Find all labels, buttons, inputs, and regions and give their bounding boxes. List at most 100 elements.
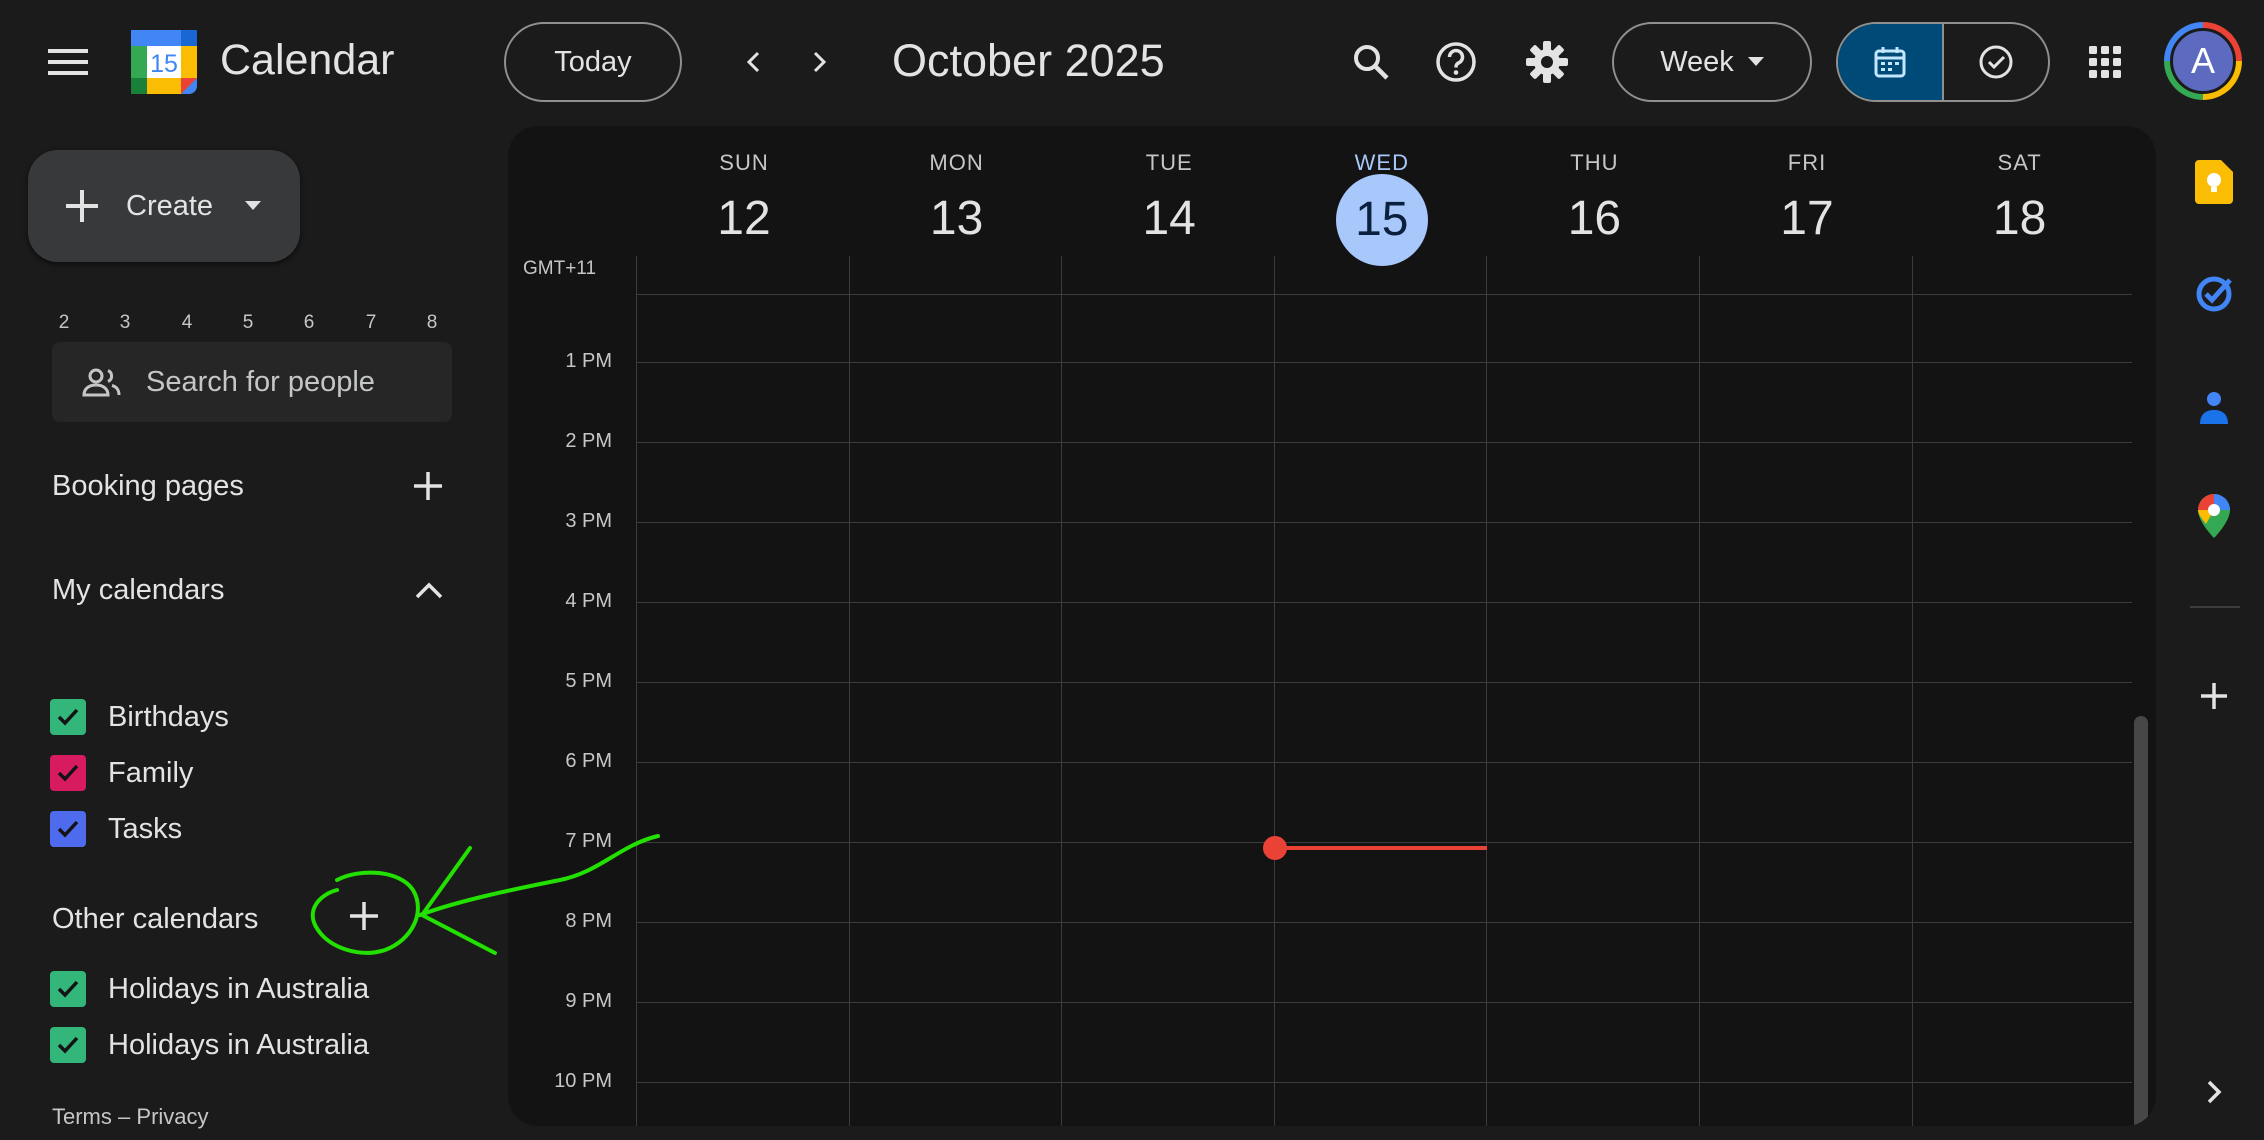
annotation-arrow-head <box>420 846 497 955</box>
hour-label: 3 PM <box>565 510 612 532</box>
mini-calendar-day[interactable]: 2 <box>44 312 84 334</box>
expand-side-panel-button[interactable] <box>2184 1062 2244 1122</box>
hour-gridline <box>636 842 2132 843</box>
mini-calendar-day[interactable]: 8 <box>412 312 452 334</box>
day-header[interactable]: THU 16 <box>1488 126 1700 278</box>
calendar-item-family[interactable]: Family <box>50 749 193 797</box>
add-addon-icon <box>2201 683 2227 709</box>
grid-top-divider <box>636 294 2132 295</box>
plus-icon <box>414 472 442 500</box>
calendar-checkbox[interactable] <box>50 699 86 735</box>
settings-button[interactable] <box>1515 30 1579 94</box>
day-column-divider <box>636 256 637 1126</box>
hour-gridline <box>636 922 2132 923</box>
date-number-text: 15 <box>1335 174 1428 266</box>
keep-button[interactable] <box>2184 152 2244 212</box>
date-number[interactable]: 17 <box>1701 186 1913 278</box>
chevron-right-icon <box>813 51 827 73</box>
day-column-divider <box>848 256 850 1126</box>
mini-calendar-day[interactable]: 7 <box>351 312 391 334</box>
hour-gridline <box>636 682 2132 683</box>
day-header[interactable]: MON 13 <box>851 126 1063 278</box>
day-of-week-label: WED <box>1354 150 1409 175</box>
day-header[interactable]: FRI 17 <box>1701 126 1913 278</box>
google-apps-button[interactable] <box>2073 30 2137 94</box>
today-date-number[interactable]: 15 <box>1276 174 1488 278</box>
tasks-view-toggle[interactable] <box>1942 24 2048 100</box>
date-number[interactable]: 12 <box>638 186 850 278</box>
calendar-label: Birthdays <box>108 700 229 733</box>
hour-gridline <box>636 762 2132 763</box>
week-grid: SUN 12 MON 13 TUE 14 WED 15 THU 16 FRI 17 SAT 18 GMT+… <box>508 126 2156 1126</box>
keep-icon <box>2195 160 2233 204</box>
date-number[interactable]: 13 <box>851 186 1063 278</box>
maps-button[interactable] <box>2184 486 2244 546</box>
next-period-button[interactable] <box>789 32 849 92</box>
add-other-calendar-button[interactable] <box>336 888 392 944</box>
calendar-item-birthdays[interactable]: Birthdays <box>50 693 229 741</box>
checkmark-icon <box>57 764 79 782</box>
view-select[interactable]: Week <box>1612 22 1812 102</box>
mini-calendar-day[interactable]: 3 <box>105 312 145 334</box>
search-people-input[interactable]: Search for people <box>52 342 452 422</box>
my-calendars-title[interactable]: My calendars <box>52 574 224 607</box>
calendar-item-holidays-australia[interactable]: Holidays in Australia <box>50 1021 369 1069</box>
search-button[interactable] <box>1339 30 1403 94</box>
view-select-label: Week <box>1660 45 1734 78</box>
hour-label: 1 PM <box>565 350 612 372</box>
calendar-view-toggle[interactable] <box>1838 24 1942 100</box>
chevron-up-icon <box>415 582 443 599</box>
avatar-letter: A <box>2170 28 2236 94</box>
calendar-logo-icon: 15 <box>131 30 197 94</box>
day-header[interactable]: SAT 18 <box>1914 126 2126 278</box>
date-number-text: 17 <box>1780 192 1834 245</box>
day-column-divider <box>1486 256 1488 1126</box>
mini-calendar-day[interactable]: 5 <box>228 312 268 334</box>
tasks-view-icon <box>1979 45 2013 79</box>
hour-label: 6 PM <box>565 750 612 772</box>
grid-scrollbar[interactable] <box>2134 716 2148 1126</box>
date-number[interactable]: 18 <box>1914 186 2126 278</box>
calendar-checkbox[interactable] <box>50 971 86 1007</box>
main-menu-button[interactable] <box>38 32 98 92</box>
date-number[interactable]: 16 <box>1488 186 1700 278</box>
mini-calendar-day[interactable]: 4 <box>167 312 207 334</box>
google-tasks-button[interactable] <box>2184 264 2244 324</box>
day-header[interactable]: SUN 12 <box>638 126 850 278</box>
calendar-checkbox[interactable] <box>50 811 86 847</box>
chevron-left-icon <box>746 51 760 73</box>
calendar-logo[interactable]: 15 <box>131 30 197 94</box>
calendar-checkbox[interactable] <box>50 755 86 791</box>
hour-label: 8 PM <box>565 910 612 932</box>
account-avatar[interactable]: A <box>2164 22 2242 100</box>
calendar-item-tasks[interactable]: Tasks <box>50 805 182 853</box>
maps-icon <box>2198 494 2230 538</box>
hour-gridline <box>636 1002 2132 1003</box>
help-button[interactable] <box>1424 30 1488 94</box>
date-number-text: 13 <box>929 192 984 245</box>
timezone-label: GMT+11 <box>523 258 597 279</box>
day-header[interactable]: TUE 14 <box>1063 126 1275 278</box>
settings-icon <box>1526 41 1568 83</box>
calendar-tasks-toggle <box>1836 22 2050 102</box>
terms-link[interactable]: Terms <box>52 1104 112 1129</box>
previous-period-button[interactable] <box>724 32 784 92</box>
today-button[interactable]: Today <box>504 22 682 102</box>
day-header[interactable]: WED 15 <box>1276 126 1488 278</box>
get-addons-button[interactable] <box>2184 666 2244 726</box>
date-number[interactable]: 14 <box>1063 186 1275 278</box>
privacy-link[interactable]: Privacy <box>136 1104 208 1129</box>
day-of-week-label: SAT <box>1997 150 2042 175</box>
other-calendars-title[interactable]: Other calendars <box>52 903 258 936</box>
create-button[interactable]: Create <box>28 150 300 262</box>
calendar-item-holidays-australia[interactable]: Holidays in Australia <box>50 965 369 1013</box>
contacts-button[interactable] <box>2184 378 2244 438</box>
date-number-text: 16 <box>1567 192 1622 245</box>
calendar-checkbox[interactable] <box>50 1027 86 1063</box>
collapse-my-calendars-button[interactable] <box>401 562 457 618</box>
add-booking-page-button[interactable] <box>400 458 456 514</box>
search-people-placeholder: Search for people <box>146 365 375 398</box>
mini-calendar-day[interactable]: 6 <box>289 312 329 334</box>
help-icon <box>1436 42 1476 82</box>
expand-panel-icon <box>2207 1080 2222 1104</box>
